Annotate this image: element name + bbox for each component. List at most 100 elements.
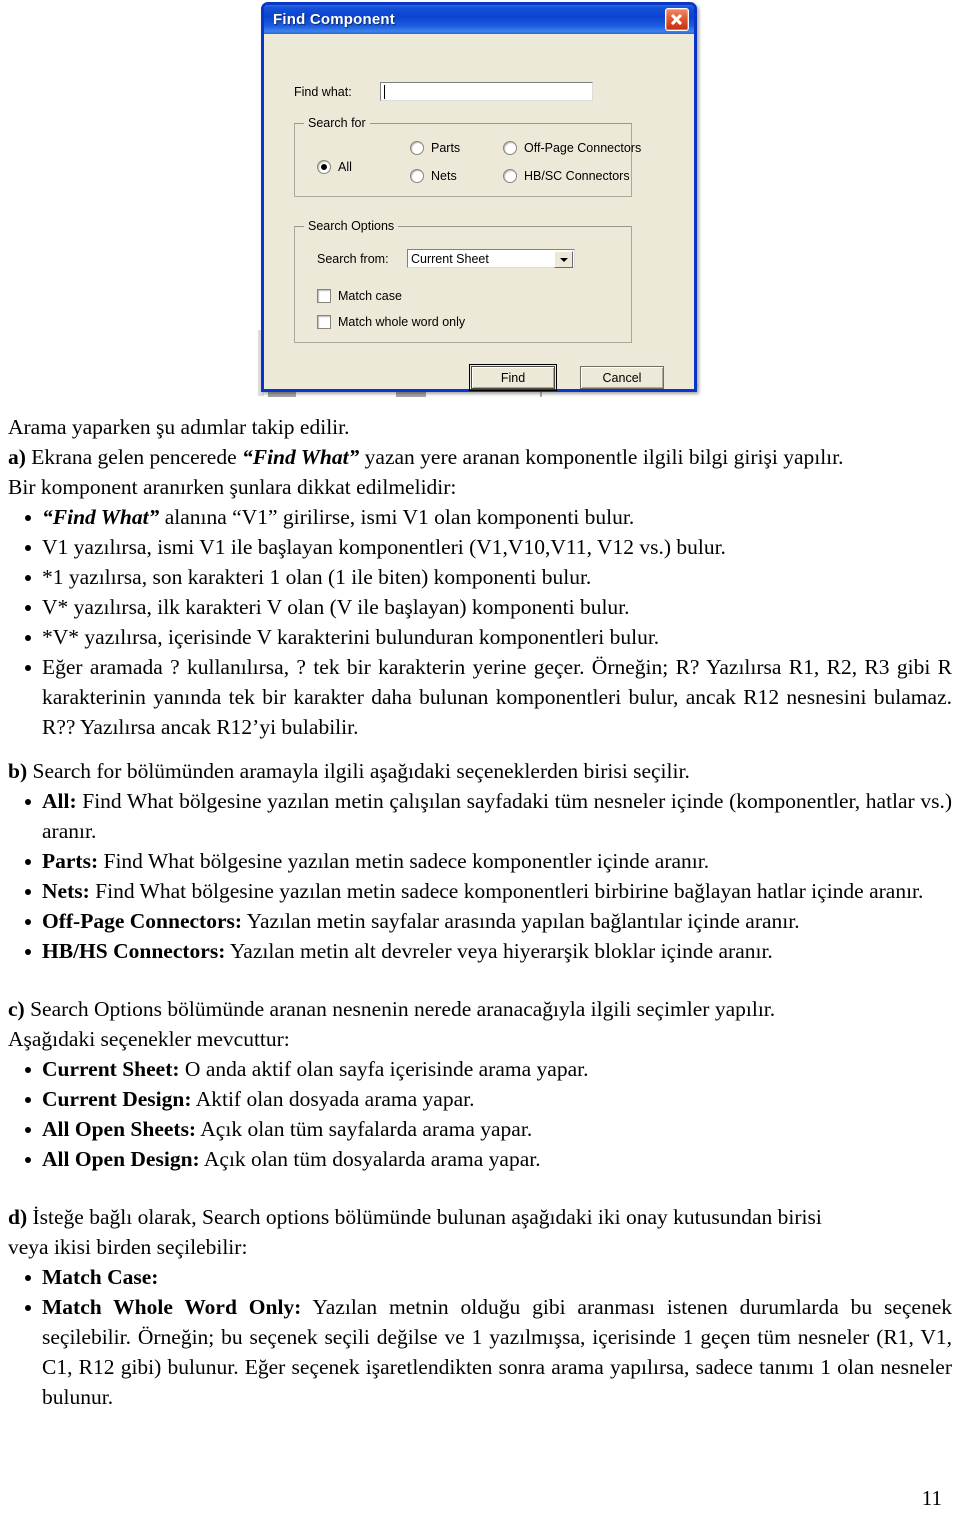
section-c-intro-2: Aşağıdaki seçenekler mevcuttur: xyxy=(8,1027,290,1051)
bullet-term: Current Sheet: xyxy=(42,1057,180,1081)
bullet-text: *V* yazılırsa, içerisinde V karakterini … xyxy=(42,625,660,649)
section-d-bullets: Match Case: Match Whole Word Only: Yazıl… xyxy=(8,1262,952,1412)
bullet-text: V* yazılırsa, ilk karakteri V olan (V il… xyxy=(42,595,630,619)
radio-button-icon[interactable] xyxy=(503,141,517,155)
bullet-term: All Open Design: xyxy=(42,1147,200,1171)
bullet-text: Açık olan tüm dosyalarda arama yapar. xyxy=(199,1147,541,1171)
list-item: V1 yazılırsa, ismi V1 ile başlayan kompo… xyxy=(25,532,952,562)
section-a-text-3: Bir komponent aranırken şunlara dikkat e… xyxy=(8,475,457,499)
find-what-input[interactable] xyxy=(380,82,593,101)
close-icon[interactable] xyxy=(665,8,689,31)
checkbox-icon[interactable] xyxy=(317,289,331,303)
chevron-down-icon[interactable] xyxy=(554,251,573,268)
bullet-quote: “Find What” xyxy=(42,505,160,529)
search-from-select[interactable]: Current Sheet xyxy=(407,249,575,268)
checkbox-match-case[interactable]: Match case xyxy=(317,289,402,303)
dialog-body: Find what: Search for All Parts Nets Off… xyxy=(264,34,694,392)
checkbox-match-whole-word[interactable]: Match whole word only xyxy=(317,315,465,329)
list-item: *V* yazılırsa, içerisinde V karakterini … xyxy=(25,622,952,652)
radio-off-page-connectors-label: Off-Page Connectors xyxy=(524,141,642,155)
bullet-term: Match Case: xyxy=(42,1265,159,1289)
radio-button-icon[interactable] xyxy=(503,169,517,183)
cancel-button[interactable]: Cancel xyxy=(580,366,664,389)
list-item: Current Sheet: O anda aktif olan sayfa i… xyxy=(25,1054,952,1084)
search-from-value: Current Sheet xyxy=(411,251,489,266)
bullet-term: All Open Sheets: xyxy=(42,1117,197,1141)
bullet-text: Find What bölgesine yazılan metin sadece… xyxy=(89,879,924,903)
section-a-marker: a) xyxy=(8,445,26,469)
bullet-term: Parts: xyxy=(42,849,99,873)
list-item: Off-Page Connectors: Yazılan metin sayfa… xyxy=(25,906,952,936)
section-b-intro: b) Search for bölümünden aramayla ilgili… xyxy=(8,756,952,786)
search-for-group: Search for All Parts Nets Off-Page Conne… xyxy=(294,116,641,197)
section-a-intro: a) Ekrana gelen pencerede “Find What” ya… xyxy=(8,442,952,472)
bullet-term: Current Design: xyxy=(42,1087,192,1111)
list-item: All Open Design: Açık olan tüm dosyalard… xyxy=(25,1144,952,1174)
bullet-text: Find What bölgesine yazılan metin sadece… xyxy=(98,849,710,873)
bullet-text: *1 yazılırsa, son karakteri 1 olan (1 il… xyxy=(42,565,592,589)
radio-button-icon[interactable] xyxy=(317,160,331,174)
radio-all[interactable]: All xyxy=(317,160,352,174)
section-c-intro-text: Search Options bölümünde aranan nesnenin… xyxy=(24,997,776,1021)
bullet-term: HB/HS Connectors: xyxy=(42,939,226,963)
page-number: 11 xyxy=(921,1486,942,1510)
list-item: All: Find What bölgesine yazılan metin ç… xyxy=(25,786,952,846)
radio-button-icon[interactable] xyxy=(410,141,424,155)
radio-parts-label: Parts xyxy=(431,141,461,155)
section-c-bullets: Current Sheet: O anda aktif olan sayfa i… xyxy=(8,1054,952,1174)
lead-paragraph: Arama yaparken şu adımlar takip edilir. xyxy=(8,415,350,439)
find-button[interactable]: Find xyxy=(469,364,557,391)
text-caret xyxy=(384,85,385,99)
search-options-legend: Search Options xyxy=(304,219,399,233)
dialog-titlebar[interactable]: Find Component xyxy=(264,5,694,34)
list-item: Match Whole Word Only: Yazılan metnin ol… xyxy=(25,1292,952,1412)
search-options-group: Search Options Search from: Current Shee… xyxy=(294,219,632,343)
checkbox-icon[interactable] xyxy=(317,315,331,329)
section-b-marker: b) xyxy=(8,759,28,783)
radio-hb-sc-connectors[interactable]: HB/SC Connectors xyxy=(503,169,630,183)
radio-parts[interactable]: Parts xyxy=(410,141,460,155)
bullet-text: Açık olan tüm sayfalarda arama yapar. xyxy=(196,1117,533,1141)
find-what-row: Find what: xyxy=(294,82,593,101)
section-a-text-1: Ekrana gelen pencerede xyxy=(25,445,242,469)
bullet-term: Match Whole Word Only: xyxy=(42,1295,302,1319)
radio-nets[interactable]: Nets xyxy=(410,169,457,183)
list-item: “Find What” alanına “V1” girilirse, ismi… xyxy=(25,502,952,532)
radio-all-label: All xyxy=(338,160,352,174)
search-from-label: Search from: xyxy=(317,251,389,266)
list-item: V* yazılırsa, ilk karakteri V olan (V il… xyxy=(25,592,952,622)
section-d-marker: d) xyxy=(8,1205,28,1229)
section-d-intro: d) İsteğe bağlı olarak, Search options b… xyxy=(8,1202,952,1232)
section-a-text-2: yazan yere aranan komponentle ilgili bil… xyxy=(359,445,844,469)
bullet-term: Off-Page Connectors: xyxy=(42,909,243,933)
bullet-text: Yazılan metin alt devreler veya hiyerarş… xyxy=(225,939,773,963)
match-whole-word-label: Match whole word only xyxy=(338,315,466,329)
bullet-text: V1 yazılırsa, ismi V1 ile başlayan kompo… xyxy=(42,535,726,559)
bullet-text: alanına “V1” girilirse, ismi V1 olan kom… xyxy=(159,505,635,529)
radio-nets-label: Nets xyxy=(431,169,457,183)
find-component-dialog: Find Component Find what: Search for All xyxy=(261,2,697,392)
bullet-text: Find What bölgesine yazılan metin çalışı… xyxy=(42,789,952,843)
section-b-bullets: All: Find What bölgesine yazılan metin ç… xyxy=(8,786,952,966)
list-item: HB/HS Connectors: Yazılan metin alt devr… xyxy=(25,936,952,966)
list-item: Nets: Find What bölgesine yazılan metin … xyxy=(25,876,952,906)
radio-button-icon[interactable] xyxy=(410,169,424,183)
document-body: Arama yaparken şu adımlar takip edilir. … xyxy=(0,412,960,1412)
section-b-intro-text: Search for bölümünden aramayla ilgili aş… xyxy=(27,759,690,783)
section-d-intro-text: İsteğe bağlı olarak, Search options bölü… xyxy=(27,1205,822,1229)
section-a-bullets: “Find What” alanına “V1” girilirse, ismi… xyxy=(8,502,952,742)
match-case-label: Match case xyxy=(338,289,402,303)
radio-hb-sc-connectors-label: HB/SC Connectors xyxy=(524,169,630,183)
find-what-label: Find what: xyxy=(294,84,352,99)
bullet-text: Aktif olan dosyada arama yapar. xyxy=(191,1087,475,1111)
list-item: Eğer aramada ? kullanılırsa, ? tek bir k… xyxy=(25,652,952,742)
bullet-term: Nets: xyxy=(42,879,90,903)
bullet-text: Eğer aramada ? kullanılırsa, ? tek bir k… xyxy=(42,655,952,739)
radio-off-page-connectors[interactable]: Off-Page Connectors xyxy=(503,141,641,155)
list-item: *1 yazılırsa, son karakteri 1 olan (1 il… xyxy=(25,562,952,592)
bullet-term: All: xyxy=(42,789,77,813)
list-item: All Open Sheets: Açık olan tüm sayfalard… xyxy=(25,1114,952,1144)
bullet-text: O anda aktif olan sayfa içerisinde arama… xyxy=(179,1057,589,1081)
